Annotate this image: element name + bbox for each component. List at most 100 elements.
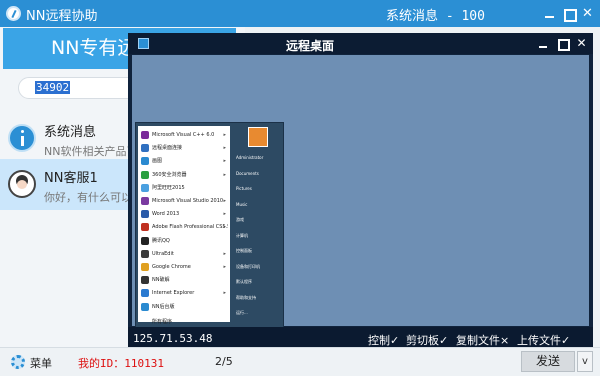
start-menu-item[interactable]: Google Chrome ▸ bbox=[140, 261, 228, 273]
upload-file-toggle[interactable]: 上传文件✓ bbox=[517, 332, 570, 348]
minimize-button[interactable] bbox=[543, 7, 556, 20]
start-menu-item-label: 画图 bbox=[152, 158, 163, 165]
start-menu-place-item[interactable]: 控制面板 bbox=[236, 245, 281, 257]
gear-icon[interactable] bbox=[11, 355, 25, 369]
program-icon bbox=[141, 289, 149, 298]
start-menu-item[interactable]: NN破解 bbox=[140, 274, 228, 286]
chat-title: 系统消息 - 100 bbox=[386, 9, 485, 24]
all-programs-item[interactable]: 所有程序 bbox=[140, 316, 228, 328]
start-menu-item[interactable]: NN后台版 bbox=[140, 301, 228, 313]
remote-start-menu: Microsoft Visual C++ 6.0 ▸ 远程桌面连接 ▸ 画图 ▸ 360安全… bbox=[135, 122, 284, 348]
remote-desktop-window: 远程桌面 ✕ Microsoft Visual C++ 6.0 ▸ 远程桌面连接 ▸ 画… bbox=[128, 33, 593, 350]
start-menu-place-item[interactable]: Administrator bbox=[236, 152, 281, 164]
start-menu-item-label: NN破解 bbox=[152, 277, 170, 284]
start-menu-item-label: 远程桌面连接 bbox=[152, 145, 183, 152]
maximize-button[interactable] bbox=[562, 7, 577, 22]
title-bar: NN远程协助 系统消息 - 100 ✕ bbox=[0, 0, 600, 27]
program-icon bbox=[141, 157, 149, 166]
start-menu-programs: Microsoft Visual C++ 6.0 ▸ 远程桌面连接 ▸ 画图 ▸ 360安全… bbox=[138, 126, 230, 325]
start-menu-place-item[interactable]: Documents bbox=[236, 168, 281, 180]
start-menu-place-item[interactable]: Pictures bbox=[236, 183, 281, 195]
user-picture-icon bbox=[248, 127, 268, 147]
nn-remote-assist-window: NN远程协助 系统消息 - 100 ✕ NN专有远程协助 34902 系统消息 … bbox=[0, 0, 600, 376]
submenu-arrow-icon: ▸ bbox=[223, 290, 226, 297]
remote-title-bar[interactable]: 远程桌面 ✕ bbox=[128, 33, 593, 54]
program-icon bbox=[141, 249, 149, 258]
submenu-arrow-icon: ▸ bbox=[223, 211, 226, 218]
start-menu-item-label: 阿里旺旺2015 bbox=[152, 184, 185, 191]
close-button[interactable]: ✕ bbox=[581, 7, 594, 20]
start-menu-item-label: Microsoft Visual C++ 6.0 bbox=[152, 132, 215, 138]
clipboard-toggle[interactable]: 剪切板✓ bbox=[406, 332, 448, 348]
start-menu-item-label: 360安全浏览器 bbox=[152, 171, 187, 178]
page-indicator: 2/5 bbox=[215, 355, 233, 368]
start-menu-item[interactable]: 阿里旺旺2015 bbox=[140, 182, 228, 194]
app-logo-icon bbox=[6, 6, 21, 21]
start-menu-place-item[interactable]: 帮助和支持 bbox=[236, 292, 281, 304]
start-menu-item[interactable]: 画图 ▸ bbox=[140, 155, 228, 167]
program-icon bbox=[141, 210, 149, 219]
start-menu-item[interactable]: Microsoft Visual C++ 6.0 ▸ bbox=[140, 129, 228, 141]
remote-window-icon bbox=[138, 38, 149, 49]
remote-maximize-button[interactable] bbox=[557, 38, 570, 51]
support-avatar-icon bbox=[8, 170, 36, 198]
start-menu-place-item[interactable]: Music bbox=[236, 199, 281, 211]
start-menu-item[interactable]: 360安全浏览器 ▸ bbox=[140, 169, 228, 181]
program-icon bbox=[141, 170, 149, 179]
start-menu-item[interactable]: Internet Explorer ▸ bbox=[140, 287, 228, 299]
program-icon bbox=[141, 131, 149, 139]
program-icon bbox=[141, 144, 149, 153]
contact-name: NN客服1 bbox=[44, 171, 98, 186]
my-id-label: 我的ID：110131 bbox=[78, 357, 164, 370]
start-menu-place-item[interactable]: 设备和打印机 bbox=[236, 261, 281, 273]
submenu-arrow-icon: ▸ bbox=[223, 250, 226, 257]
all-programs-label: 所有程序 bbox=[152, 318, 173, 325]
submenu-arrow-icon: ▸ bbox=[223, 171, 226, 178]
remote-close-button[interactable]: ✕ bbox=[576, 37, 587, 49]
program-icon bbox=[141, 223, 149, 232]
remote-title: 远程桌面 bbox=[286, 39, 335, 53]
start-menu-item[interactable]: Adobe Flash Professional CS5.5 ▸ bbox=[140, 221, 228, 233]
program-icon bbox=[141, 263, 149, 271]
program-icon bbox=[141, 197, 149, 205]
start-menu-item[interactable]: 腾讯QQ bbox=[140, 235, 228, 247]
start-menu-places: Administrator Documents Pictures Music 游戏计算机… bbox=[233, 126, 283, 344]
start-menu-item-label: Adobe Flash Professional CS5.5 bbox=[152, 224, 228, 231]
start-menu-item[interactable]: UltraEdit ▸ bbox=[140, 248, 228, 260]
menu-button[interactable]: 菜单 bbox=[30, 355, 52, 371]
start-menu-item[interactable]: Word 2013 ▸ bbox=[140, 208, 228, 220]
remote-ip: 125.71.53.48 bbox=[133, 332, 213, 345]
start-menu-item-label: Internet Explorer bbox=[152, 290, 195, 297]
submenu-arrow-icon: ▸ bbox=[223, 264, 226, 270]
start-menu-item-label: Microsoft Visual Studio 2010 bbox=[152, 198, 224, 204]
start-menu-item-label: NN后台版 bbox=[152, 303, 175, 310]
start-menu-item-label: UltraEdit bbox=[152, 250, 174, 257]
info-icon bbox=[8, 124, 36, 152]
start-menu-item[interactable]: Microsoft Visual Studio 2010 ▸ bbox=[140, 195, 228, 207]
program-icon bbox=[141, 302, 149, 311]
copy-file-toggle[interactable]: 复制文件× bbox=[456, 332, 509, 348]
start-menu-place-item[interactable]: 计算机 bbox=[236, 230, 281, 242]
contact-name: 系统消息 bbox=[44, 125, 97, 140]
submenu-arrow-icon: ▸ bbox=[223, 132, 226, 138]
remote-minimize-button[interactable] bbox=[538, 38, 549, 49]
submenu-arrow-icon: ▸ bbox=[223, 158, 226, 165]
send-options-dropdown[interactable]: v bbox=[577, 351, 593, 372]
program-icon bbox=[141, 276, 149, 285]
bottom-bar: 菜单 我的ID：110131 2/5 发送 v bbox=[0, 347, 600, 376]
submenu-arrow-icon: ▸ bbox=[223, 224, 226, 231]
program-icon bbox=[141, 183, 149, 192]
start-menu-item[interactable]: 远程桌面连接 ▸ bbox=[140, 142, 228, 154]
id-value: 34902 bbox=[35, 81, 71, 94]
start-menu-item-label: Google Chrome bbox=[152, 264, 191, 270]
submenu-arrow-icon: ▸ bbox=[223, 198, 226, 204]
start-menu-place-item[interactable]: 游戏 bbox=[236, 214, 281, 226]
control-toggle[interactable]: 控制✓ bbox=[368, 332, 399, 348]
send-button[interactable]: 发送 bbox=[521, 351, 575, 372]
remote-screen[interactable]: Microsoft Visual C++ 6.0 ▸ 远程桌面连接 ▸ 画图 ▸ 360安全… bbox=[132, 55, 589, 348]
start-menu-place-item[interactable]: 默认程序 bbox=[236, 276, 281, 288]
program-icon bbox=[141, 236, 149, 245]
start-menu-place-item[interactable]: 运行... bbox=[236, 307, 281, 319]
app-title: NN远程协助 bbox=[26, 9, 98, 24]
submenu-arrow-icon: ▸ bbox=[223, 145, 226, 152]
